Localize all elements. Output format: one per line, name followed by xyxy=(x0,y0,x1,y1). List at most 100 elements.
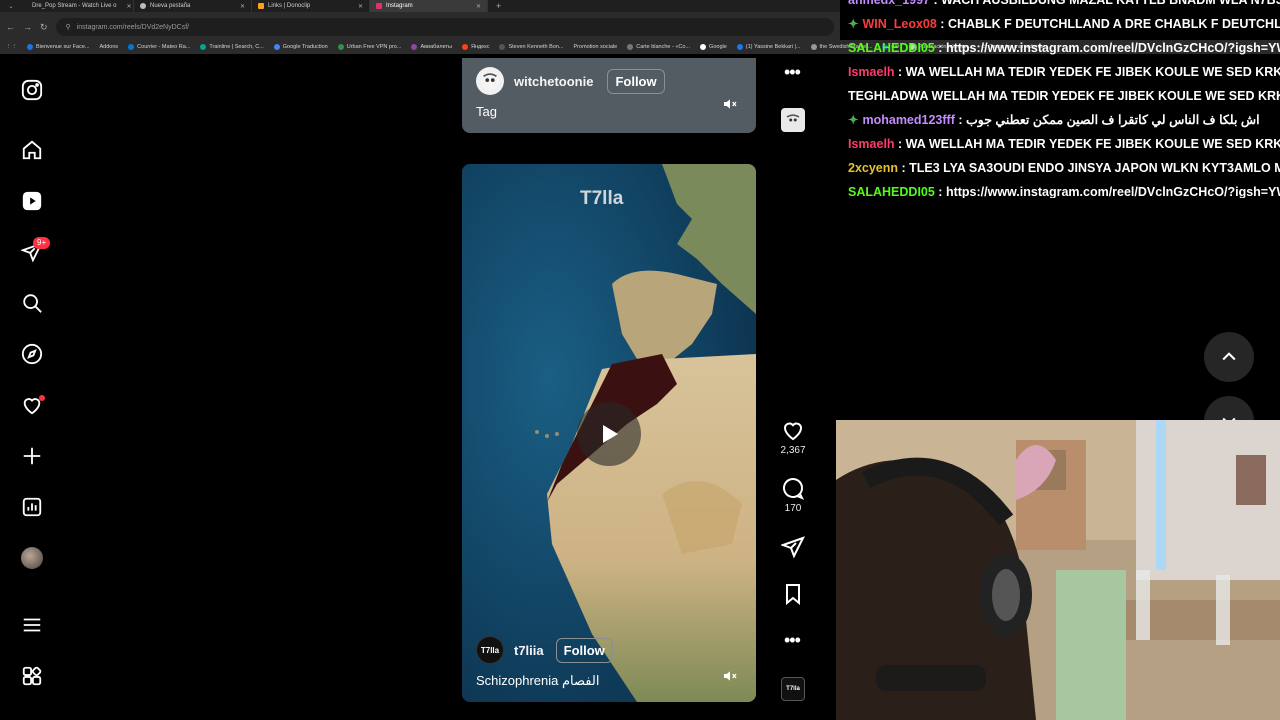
bookmark-label: Авиабилеты xyxy=(420,44,452,50)
instagram-logo-icon[interactable] xyxy=(20,78,44,102)
bookmark[interactable]: Addons xyxy=(100,44,119,50)
chat-username[interactable]: mohamed123fff xyxy=(862,113,954,127)
reels-icon[interactable] xyxy=(20,189,44,213)
screen: ⌄ Dre_Pop Stream - Watch Live o ✕ Nueva … xyxy=(0,0,1280,720)
chevron-up-icon xyxy=(1222,352,1236,361)
chat-separator: : xyxy=(930,0,942,7)
bookmark[interactable]: Steven Kenneth Bon... xyxy=(499,44,564,50)
comment-bubble-icon[interactable] xyxy=(781,476,805,500)
address-bar-row: ← → ↻ ⚲ instagram.com/reels/DVd2eNyDCsf/ xyxy=(0,12,840,42)
yandex-icon xyxy=(461,44,468,50)
site-info-icon[interactable]: ⚲ xyxy=(66,23,71,31)
chat-separator: : xyxy=(934,41,946,55)
create-plus-icon[interactable] xyxy=(20,444,44,468)
author-avatar[interactable]: T7lla xyxy=(476,636,504,664)
follow-button[interactable]: Follow xyxy=(555,637,613,663)
share-paper-plane-icon[interactable] xyxy=(780,535,805,559)
close-icon[interactable]: ✕ xyxy=(120,3,131,10)
chat-text: https://www.instagram.com/reel/DVclnGzCH… xyxy=(945,185,1280,198)
comment-action[interactable]: 170 xyxy=(776,476,810,514)
more-options-icon[interactable]: ••• xyxy=(784,62,801,83)
bookmark[interactable]: Google Traduction xyxy=(273,44,328,50)
chat-text: WACH AUSBILDUNG MAZAL KAYTLB BNADM WLA N… xyxy=(941,0,1280,7)
bookmark[interactable]: Urban Free VPN pro... xyxy=(337,44,401,50)
bookmark[interactable]: Авиабилеты xyxy=(411,44,452,50)
bookmark-label: Bienvenue sur Face... xyxy=(36,44,90,50)
chat-username[interactable]: ahmedx_1997 xyxy=(848,0,930,7)
bookmark[interactable]: Яндекс xyxy=(461,44,489,50)
back-arrow-icon[interactable]: ← xyxy=(6,22,15,32)
like-heart-icon[interactable] xyxy=(781,418,805,442)
bookmark[interactable]: Carte blanche - «Co... xyxy=(627,44,690,50)
author-username[interactable]: t7liia xyxy=(514,643,544,658)
muted-speaker-icon[interactable] xyxy=(722,668,738,689)
notification-dot xyxy=(39,395,45,401)
tab-label: Instagram xyxy=(386,3,413,9)
chat-username[interactable]: 2xcyenn xyxy=(848,161,898,175)
forward-arrow-icon[interactable]: → xyxy=(23,22,32,32)
follow-button[interactable]: Follow xyxy=(607,68,665,94)
chat-username[interactable]: SALAHEDDI05 xyxy=(848,185,935,198)
close-icon[interactable]: ✕ xyxy=(470,3,481,10)
chat-username[interactable]: WIN_Leox08 xyxy=(862,17,936,31)
bookmark[interactable]: Google xyxy=(700,44,727,50)
previous-reel-button[interactable] xyxy=(1204,332,1254,382)
facebook-icon xyxy=(27,44,33,50)
chat-username[interactable]: Ismaelh xyxy=(848,65,895,79)
audio-thumbnail[interactable]: T7lla xyxy=(781,677,805,701)
author-username[interactable]: witchetoonie xyxy=(514,74,593,89)
muted-speaker-icon[interactable] xyxy=(722,96,738,117)
comment-count: 170 xyxy=(784,503,802,514)
bookmark[interactable]: Trainline | Search, C... xyxy=(200,44,264,50)
chat-message: SALAHEDDI05 : https://www.instagram.com/… xyxy=(848,180,1280,198)
donoclip-favicon-icon xyxy=(258,3,264,9)
apps-grid-icon[interactable]: ⋮⋮ xyxy=(6,44,17,50)
bookmark[interactable]: Promotion sociale xyxy=(574,44,618,50)
play-button[interactable] xyxy=(577,402,641,466)
dashboard-icon[interactable] xyxy=(20,495,44,519)
tab-instagram[interactable]: Instagram ✕ xyxy=(370,0,488,12)
search-icon[interactable] xyxy=(20,291,44,315)
chat-text: CHABLK F DEUTCHLLAND A DRE CHABLK F DEUT… xyxy=(947,17,1280,31)
reload-icon[interactable]: ↻ xyxy=(40,22,48,33)
chat-message: ahmedx_1997 : WACH AUSBILDUNG MAZAL KAYT… xyxy=(848,0,1280,12)
share-action[interactable] xyxy=(776,535,810,562)
tab-new[interactable]: Nueva pestaña ✕ xyxy=(134,0,252,12)
tab-search-icon[interactable]: ⌄ xyxy=(0,3,22,10)
previous-reel-card[interactable]: witchetoonie Follow Tag xyxy=(462,58,756,133)
page-icon xyxy=(499,44,506,50)
close-icon[interactable]: ✕ xyxy=(352,3,363,10)
reel-caption[interactable]: Schizophrenia الفصام xyxy=(476,673,599,689)
messages-badge: 9+ xyxy=(33,237,51,249)
chat-username[interactable]: SALAHEDDI05 xyxy=(848,41,935,55)
url-field[interactable]: ⚲ instagram.com/reels/DVd2eNyDCsf/ xyxy=(55,18,834,36)
save-action[interactable] xyxy=(776,582,810,609)
also-from-meta-icon[interactable] xyxy=(20,664,44,688)
more-menu-icon[interactable] xyxy=(20,613,44,637)
close-icon[interactable]: ✕ xyxy=(234,3,245,10)
chat-message: TEGHLADWA WELLAH MA TEDIR YEDEK FE JIBEK… xyxy=(848,84,1280,108)
home-icon[interactable] xyxy=(20,138,44,162)
author-avatar[interactable] xyxy=(476,67,504,95)
explore-compass-icon[interactable] xyxy=(20,342,44,366)
chat-badge-icon: ✦ xyxy=(848,113,859,127)
bookmark[interactable]: Courrier - Mateo Ra... xyxy=(128,44,190,50)
more-options-icon[interactable]: ••• xyxy=(784,630,801,651)
instagram-favicon-icon xyxy=(376,3,382,9)
profile-avatar[interactable] xyxy=(20,546,44,570)
google-translate-icon xyxy=(273,44,280,50)
tab-kick-stream[interactable]: Dre_Pop Stream - Watch Live o ✕ xyxy=(22,0,134,12)
chat-message: 2xcyenn : TLE3 LYA SA3OUDI ENDO JINSYA J… xyxy=(848,156,1280,180)
audio-thumbnail[interactable] xyxy=(781,108,805,132)
tab-donoclip[interactable]: Links | Donoclip ✕ xyxy=(252,0,370,12)
bookmark-icon[interactable] xyxy=(781,582,805,606)
chat-text: WA WELLAH MA TEDIR YEDEK FE JIBEK KOULE … xyxy=(905,65,1280,79)
bookmark[interactable]: Bienvenue sur Face... xyxy=(27,44,90,50)
tab-label: Nueva pestaña xyxy=(150,3,191,9)
bookmark-label: Courrier - Mateo Ra... xyxy=(137,44,191,50)
chat-username[interactable]: Ismaelh xyxy=(848,137,895,151)
bookmark[interactable]: (1) Yassine Bekkari |... xyxy=(736,44,801,50)
like-action[interactable]: 2,367 xyxy=(776,418,810,456)
new-tab-icon[interactable]: + xyxy=(488,1,509,11)
chat-text: TEGHLADWA WELLAH MA TEDIR YEDEK FE JIBEK… xyxy=(848,89,1280,103)
